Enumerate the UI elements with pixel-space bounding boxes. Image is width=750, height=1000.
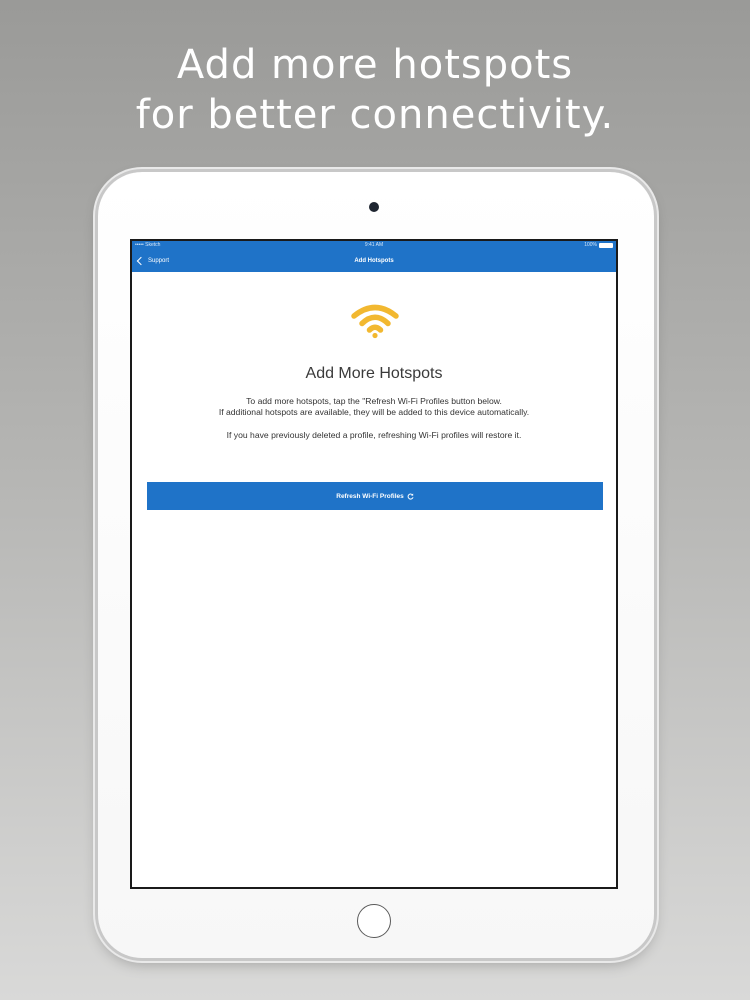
instructions-line-1: To add more hotspots, tap the "Refresh W…: [246, 396, 502, 406]
app-view: ••••• Sketch 9:41 AM 100% Support Add Ho…: [132, 241, 616, 887]
refresh-icon: [407, 493, 414, 500]
battery-percent: 100%: [584, 242, 597, 248]
status-time: 9:41 AM: [364, 242, 384, 248]
headline-line-2: for better connectivity.: [135, 92, 615, 138]
battery-indicator: 100%: [584, 241, 613, 250]
home-button[interactable]: [357, 904, 391, 938]
navigation-bar: Support Add Hotspots: [132, 250, 616, 272]
marketing-headline: Add more hotspots for better connectivit…: [0, 40, 750, 140]
device-screen: ••••• Sketch 9:41 AM 100% Support Add Ho…: [130, 239, 618, 889]
wifi-icon: [351, 304, 399, 339]
refresh-wifi-profiles-button[interactable]: Refresh Wi-Fi Profiles: [147, 482, 603, 510]
battery-icon: [599, 243, 613, 248]
headline-line-1: Add more hotspots: [176, 42, 574, 88]
instructions-line-2: If additional hotspots are available, th…: [218, 407, 530, 417]
restore-note: If you have previously deleted a profile…: [226, 430, 522, 440]
page-title: Add More Hotspots: [305, 365, 443, 382]
front-camera-icon: [369, 202, 379, 212]
refresh-button-label: Refresh Wi-Fi Profiles: [336, 492, 404, 500]
ipad-device-frame: ••••• Sketch 9:41 AM 100% Support Add Ho…: [98, 172, 654, 958]
nav-title: Add Hotspots: [354, 258, 394, 264]
status-bar: ••••• Sketch 9:41 AM 100%: [132, 241, 616, 250]
